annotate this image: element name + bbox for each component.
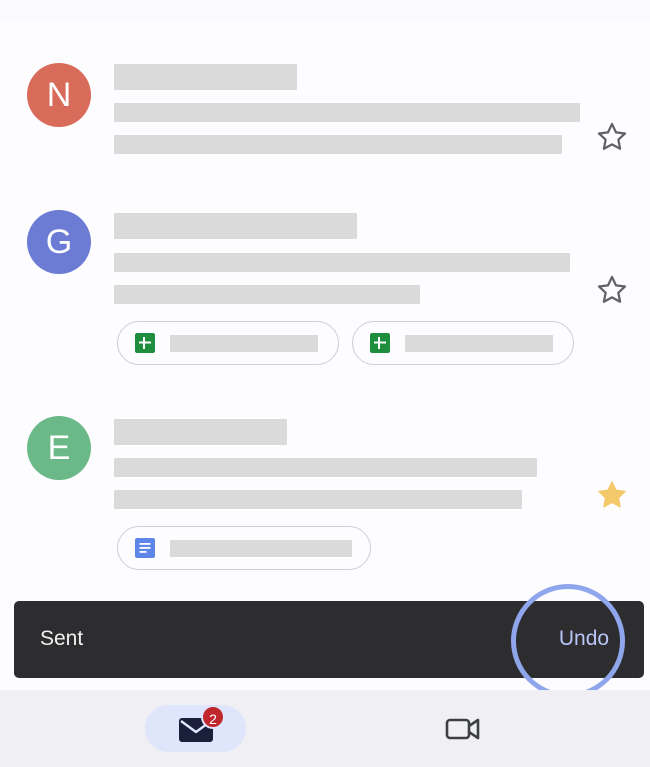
email-row[interactable]: E (0, 390, 650, 600)
docs-icon (135, 538, 155, 558)
email-row[interactable]: N (0, 0, 650, 185)
sender-avatar: N (27, 63, 91, 127)
attachment-name-placeholder (170, 335, 318, 352)
video-camera-icon (445, 718, 480, 740)
undo-button[interactable]: Undo (534, 621, 634, 657)
snippet-placeholder (114, 490, 522, 509)
email-row[interactable]: G (0, 185, 650, 390)
attachment-chip[interactable] (117, 321, 339, 365)
bottom-navigation: 2 (0, 690, 650, 767)
sender-avatar: G (27, 210, 91, 274)
sender-placeholder (114, 64, 297, 90)
snippet-placeholder (114, 135, 562, 154)
tab-mail[interactable]: 2 (145, 705, 246, 752)
star-filled-icon[interactable] (595, 478, 629, 512)
star-outline-icon[interactable] (595, 120, 629, 154)
sheets-icon (135, 333, 155, 353)
snackbar-message: Sent (40, 627, 84, 650)
tab-meet[interactable] (430, 705, 496, 752)
subject-placeholder (114, 253, 570, 272)
snippet-placeholder (114, 285, 420, 304)
unread-badge: 2 (201, 705, 225, 729)
subject-placeholder (114, 458, 537, 477)
sheets-icon (370, 333, 390, 353)
subject-placeholder (114, 103, 580, 122)
sender-placeholder (114, 419, 287, 445)
snackbar: Sent Undo (14, 601, 644, 678)
sender-avatar: E (27, 416, 91, 480)
sender-placeholder (114, 213, 357, 239)
attachment-chip[interactable] (117, 526, 371, 570)
star-outline-icon[interactable] (595, 273, 629, 307)
attachment-chip[interactable] (352, 321, 574, 365)
attachment-name-placeholder (405, 335, 553, 352)
attachment-name-placeholder (170, 540, 352, 557)
